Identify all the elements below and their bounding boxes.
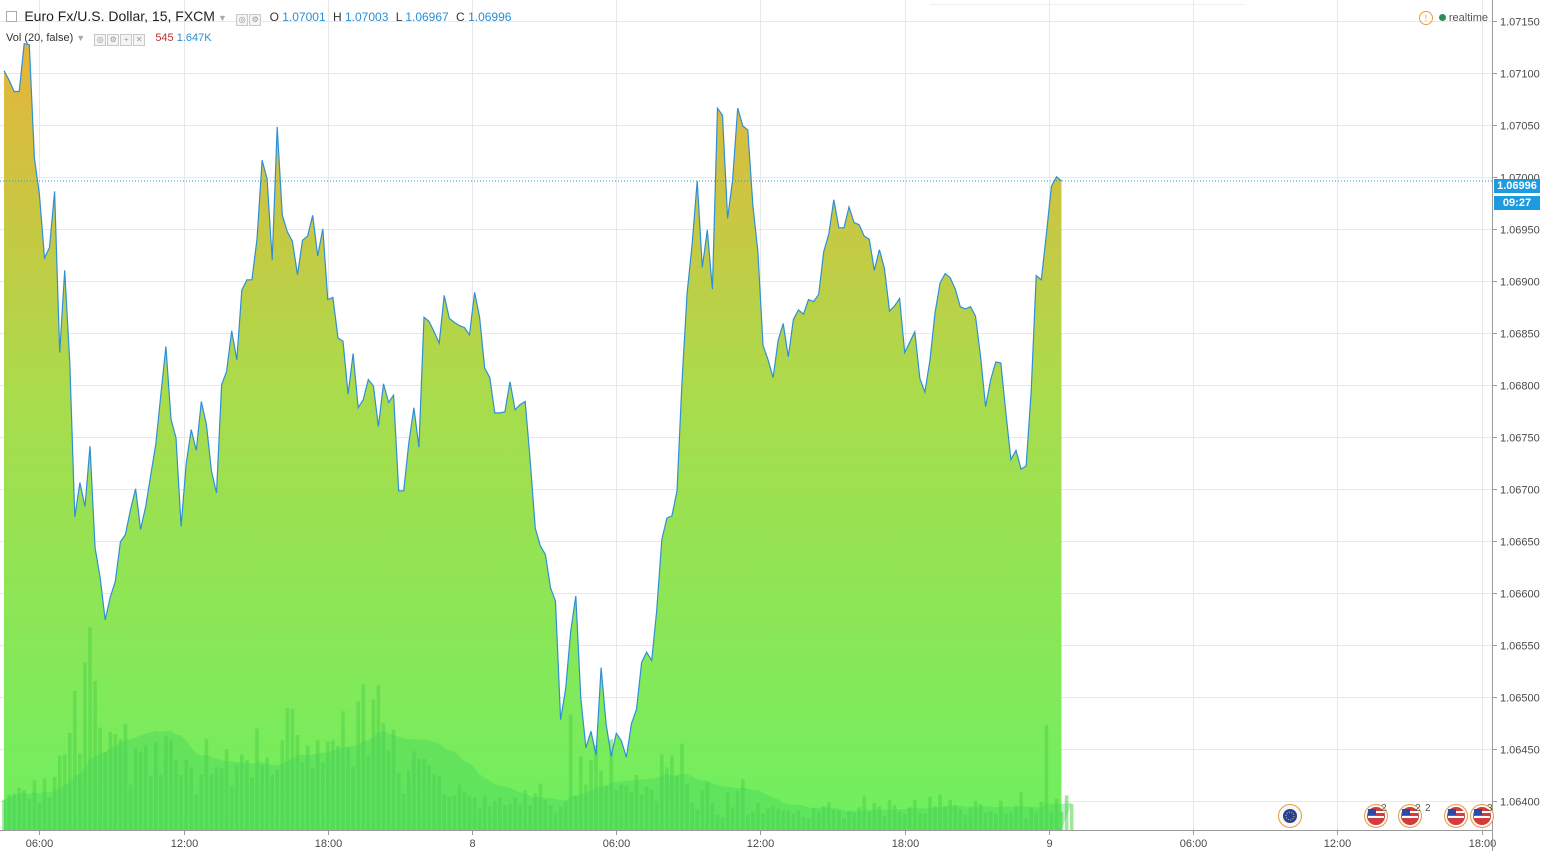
high-label: H [332,10,342,24]
event-count: 3 [1487,803,1493,814]
low-value: 1.06967 [405,10,449,24]
y-tick-label: 1.06450 [1500,745,1540,757]
open-label: O [269,10,279,24]
volume-ma-value: 1.647K [176,32,212,44]
volume-chevron-down-icon[interactable]: ▼ [76,33,85,43]
realtime-status[interactable]: ! realtime [1418,11,1488,25]
price-chart[interactable]: 1.071501.071001.070501.070001.069501.069… [0,0,1541,851]
close-label: C [456,10,465,24]
x-tick-label: 8 [469,838,475,850]
realtime-label: realtime [1448,12,1488,24]
y-tick-label: 1.06500 [1500,693,1540,705]
x-tick-label: 06:00 [1180,838,1208,850]
countdown-tag: 09:27 [1494,196,1540,210]
y-tick-label: 1.07150 [1500,17,1540,29]
collapse-icon[interactable] [6,11,17,22]
x-tick-label: 9 [1046,838,1052,850]
y-tick-label: 1.06550 [1500,641,1540,653]
x-tick-label: 18:00 [892,838,920,850]
volume-close-icon[interactable]: ✕ [133,34,146,46]
volume-plus-icon[interactable]: + [120,34,133,46]
y-tick-label: 1.06950 [1500,225,1540,237]
x-tick-label: 12:00 [747,838,775,850]
y-tick-label: 1.06400 [1500,797,1540,809]
y-tick-label: 1.06900 [1500,277,1540,289]
volume-value: 545 [155,32,174,44]
volume-legend[interactable]: Vol (20, false) ▼ ◎ ⚙ + ✕ 545 1.647K [6,32,212,46]
y-tick-label: 1.07100 [1500,69,1540,81]
y-tick-label: 1.06600 [1500,589,1540,601]
price-axis[interactable]: 1.071501.071001.070501.070001.069501.069… [1492,17,1540,809]
y-tick-label: 1.06650 [1500,537,1540,549]
volume-label[interactable]: Vol (20, false) [6,32,73,44]
open-value: 1.07001 [282,10,326,24]
x-tick-label: 12:00 [171,838,199,850]
y-tick-label: 1.07050 [1500,121,1540,133]
live-dot-icon [1438,14,1446,21]
us-event-icon[interactable]: 2 [1364,803,1388,828]
x-tick-label: 18:00 [315,838,343,850]
volume-eye-icon[interactable]: ◎ [94,34,107,46]
high-value: 1.07003 [345,10,389,24]
time-axis[interactable]: 06:00 12:00 18:00 8 06:00 12:00 18:00 9 06:00 12:… [26,830,1497,850]
y-tick-label: 1.06800 [1500,381,1540,393]
x-tick-label: 06:00 [26,838,54,850]
x-tick-label: 12:00 [1324,838,1352,850]
y-tick-label: 1.06850 [1500,329,1540,341]
event-count: 2 [1381,803,1387,814]
y-tick-label: 1.06750 [1500,433,1540,445]
symbol-title[interactable]: Euro Fx/U.S. Dollar, 15, FXCM [24,8,215,24]
eur-event-icon[interactable] [1278,804,1302,828]
symbol-legend[interactable]: Euro Fx/U.S. Dollar, 15, FXCM ▼ ◎ ⚙ O 1.07… [6,8,511,26]
price-area-fill [4,43,1062,830]
us-event-icon[interactable] [1444,804,1468,828]
close-value: 1.06996 [468,10,512,24]
x-tick-label: 06:00 [603,838,631,850]
event-count: 2 [1415,803,1421,814]
y-tick-label: 1.06700 [1500,485,1540,497]
us-event-icon[interactable]: 3 [1470,803,1494,828]
warning-icon[interactable]: ! [1418,11,1433,25]
gear-icon[interactable]: ⚙ [249,14,262,26]
us-event-icon[interactable]: 2 2 [1398,803,1431,828]
volume-bar [1069,804,1074,830]
top-toolbar-strip [930,0,1245,5]
volume-gear-icon[interactable]: ⚙ [107,34,120,46]
event-count: 2 [1425,803,1431,814]
eye-icon[interactable]: ◎ [236,14,249,26]
chevron-down-icon[interactable]: ▼ [218,13,227,23]
low-label: L [395,10,402,24]
last-price-tag: 1.06996 [1494,179,1540,193]
